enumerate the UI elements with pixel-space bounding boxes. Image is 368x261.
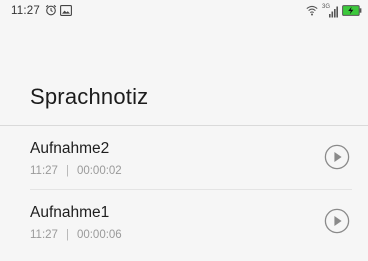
voice-memo-screen: 11:27 3G Sprachnotiz Aufnahme2 11:27 | 0… (0, 0, 368, 261)
list-item[interactable]: Aufnahme2 11:27 | 00:00:02 (0, 126, 368, 190)
status-right-icons: 3G (306, 3, 362, 21)
status-time: 11:27 (11, 5, 40, 17)
recording-meta: 11:27 | 00:00:02 (30, 165, 122, 177)
recording-time: 11:27 (30, 165, 58, 177)
image-notification-icon (60, 3, 72, 21)
meta-separator: | (65, 229, 69, 241)
meta-separator: | (65, 165, 69, 177)
wifi-icon (306, 3, 318, 21)
list-item[interactable]: Aufnahme1 11:27 | 00:00:06 (0, 190, 368, 254)
recording-list: Aufnahme2 11:27 | 00:00:02 Aufnahme1 11:… (0, 126, 368, 254)
alarm-icon (45, 3, 57, 21)
recording-meta: 11:27 | 00:00:06 (30, 229, 122, 241)
recording-name: Aufnahme1 (30, 204, 110, 221)
status-left-icons (45, 3, 72, 21)
signal-icon: 3G (322, 4, 338, 18)
recording-time: 11:27 (30, 229, 58, 241)
battery-charging-icon (342, 3, 362, 21)
page-title: Sprachnotiz (30, 84, 149, 109)
play-icon (324, 208, 350, 234)
play-icon (324, 144, 350, 170)
play-button[interactable] (324, 144, 350, 170)
status-bar: 11:27 3G (0, 0, 368, 24)
play-button[interactable] (324, 208, 350, 234)
recording-duration: 00:00:02 (76, 165, 122, 177)
recording-duration: 00:00:06 (76, 229, 122, 241)
recording-name: Aufnahme2 (30, 140, 110, 157)
